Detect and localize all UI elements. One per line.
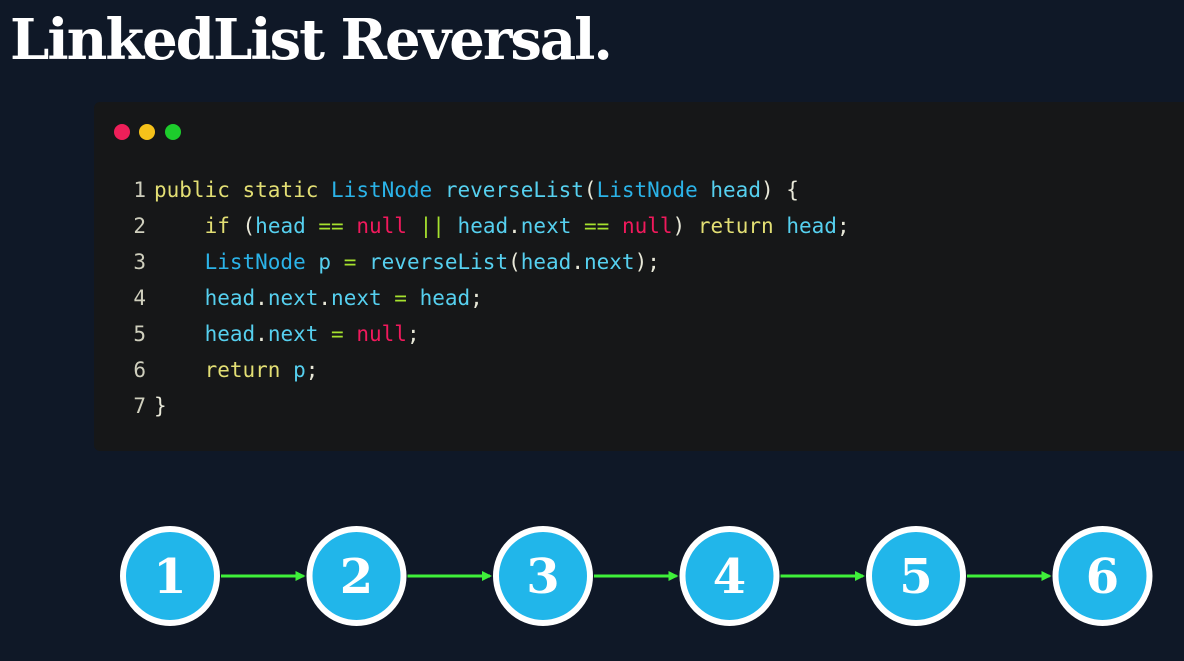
list-node: 3	[493, 526, 593, 626]
linked-list-diagram: 1 2 3 4 5 6	[120, 526, 1153, 626]
node-value: 4	[713, 549, 746, 605]
list-node: 2	[306, 526, 407, 626]
node-value: 2	[340, 549, 373, 605]
list-node: 6	[1052, 526, 1153, 626]
node-value: 3	[526, 549, 559, 605]
list-node: 5	[866, 526, 966, 626]
node-value: 1	[153, 549, 186, 605]
node-value: 5	[899, 549, 932, 605]
list-node: 4	[679, 526, 780, 626]
node-value: 6	[1086, 549, 1119, 605]
list-node: 1	[120, 526, 220, 626]
